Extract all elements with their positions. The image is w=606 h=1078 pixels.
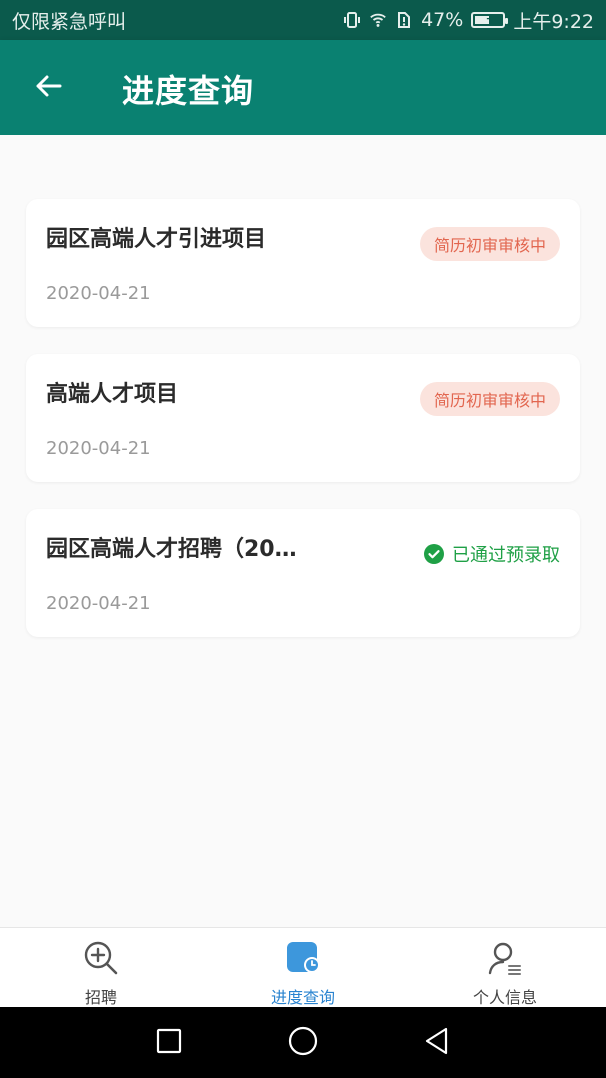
bottom-nav: 招聘 进度查询 个人信息 [0, 927, 606, 1007]
square-icon [155, 1027, 183, 1059]
vibrate-icon [343, 11, 361, 29]
progress-card[interactable]: 园区高端人才引进项目 简历初审审核中 2020-04-21 [26, 199, 580, 327]
nav-item-recruit[interactable]: 招聘 [0, 928, 202, 1008]
progress-list: 园区高端人才引进项目 简历初审审核中 2020-04-21 高端人才项目 简历初… [0, 135, 606, 927]
progress-card[interactable]: 高端人才项目 简历初审审核中 2020-04-21 [26, 354, 580, 482]
sim-alert-icon [395, 11, 413, 29]
status-bar: 仅限紧急呼叫 47% + 上午9:22 [0, 0, 606, 40]
progress-card[interactable]: 园区高端人才招聘（20… 已通过预录取 2020-04-21 [26, 509, 580, 637]
card-title: 园区高端人才招聘（20… [46, 537, 297, 562]
triangle-back-icon [422, 1026, 452, 1060]
card-title: 高端人才项目 [46, 382, 179, 407]
card-date: 2020-04-21 [46, 438, 151, 459]
check-circle-icon [424, 544, 444, 564]
nav-label: 进度查询 [270, 988, 335, 1007]
status-badge: 简历初审审核中 [419, 382, 560, 416]
nav-label: 个人信息 [472, 988, 537, 1007]
wifi-icon [369, 11, 387, 29]
recent-apps-button[interactable] [102, 1013, 236, 1073]
battery-charging-icon: + [471, 11, 509, 28]
back-system-button[interactable] [370, 1013, 504, 1073]
nav-item-profile[interactable]: 个人信息 [404, 928, 606, 1008]
circle-icon [287, 1025, 319, 1061]
search-plus-icon [81, 938, 121, 978]
nav-item-progress[interactable]: 进度查询 [202, 928, 404, 1008]
page-title: 进度查询 [122, 72, 255, 110]
card-date: 2020-04-21 [46, 283, 151, 304]
status-right: 47% + 上午9:22 [343, 7, 594, 34]
back-button[interactable] [24, 64, 72, 112]
status-label: 已通过预录取 [452, 545, 560, 566]
nav-label: 招聘 [84, 988, 117, 1007]
status-left-text: 仅限紧急呼叫 [12, 10, 127, 33]
app-header: 进度查询 [0, 40, 606, 135]
user-icon [485, 938, 525, 978]
progress-icon [283, 938, 323, 978]
card-date: 2020-04-21 [46, 593, 151, 614]
status-label: 简历初审审核中 [433, 236, 546, 255]
card-title: 园区高端人才引进项目 [46, 227, 267, 252]
status-label: 简历初审审核中 [433, 391, 546, 410]
battery-percent: 47% [421, 9, 464, 31]
status-badge: 简历初审审核中 [419, 227, 560, 261]
home-button[interactable] [236, 1013, 370, 1073]
status-badge-approved: 已通过预录取 [424, 537, 560, 571]
system-nav-bar [0, 1007, 606, 1078]
arrow-left-icon [33, 71, 63, 105]
status-time: 上午9:22 [513, 10, 594, 33]
